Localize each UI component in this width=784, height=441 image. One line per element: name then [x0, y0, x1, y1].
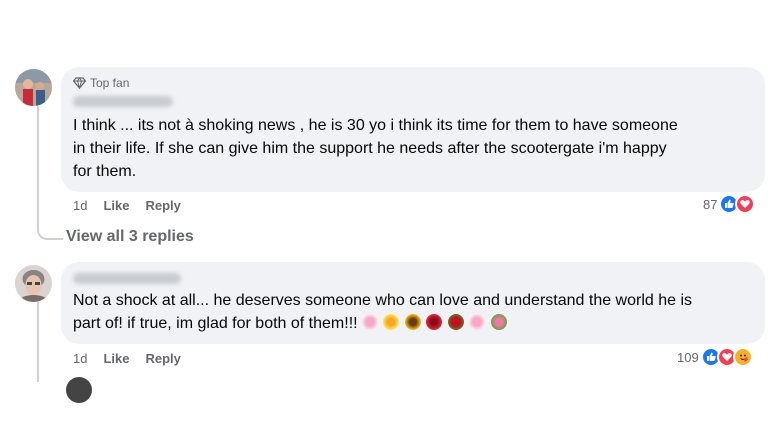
hibiscus-icon	[426, 314, 443, 330]
cherry-blossom-icon	[362, 314, 379, 330]
comment-line: in their life. If she can give him the s…	[73, 140, 667, 157]
comment-line: part of! if true, im glad for both of th…	[73, 315, 358, 332]
comment-text: Not a shock at all... he deserves someon…	[73, 289, 753, 335]
reaction-summary[interactable]: 87	[703, 194, 756, 214]
comment-actions: 1d Like Reply	[73, 351, 181, 366]
like-button[interactable]: Like	[103, 351, 129, 366]
comment-bubble: Top fan I think ... its not à shoking ne…	[61, 67, 765, 192]
avatar[interactable]	[15, 265, 52, 302]
blossom-icon	[383, 314, 400, 330]
comment-time[interactable]: 1d	[73, 351, 87, 366]
comment-line-with-emoji: part of! if true, im glad for both of th…	[73, 312, 753, 335]
comment-text: I think ... its not à shoking news , he …	[73, 114, 753, 183]
comment-time[interactable]: 1d	[73, 198, 87, 213]
reaction-count: 87	[703, 196, 718, 212]
reply-button[interactable]: Reply	[145, 351, 180, 366]
comment-line: Not a shock at all... he deserves someon…	[73, 292, 693, 309]
comment-actions: 1d Like Reply	[73, 198, 181, 213]
view-replies-link[interactable]: View all 3 replies	[66, 228, 194, 246]
commenter-name[interactable]	[73, 96, 173, 107]
avatar[interactable]	[66, 377, 92, 403]
like-button[interactable]: Like	[103, 198, 129, 213]
comment-line: for them.	[73, 163, 137, 180]
reply-button[interactable]: Reply	[145, 198, 180, 213]
cherry-blossom-icon	[469, 314, 486, 330]
rose-icon	[447, 314, 464, 330]
love-icon	[735, 194, 756, 214]
sunflower-icon	[404, 314, 421, 330]
thread-line	[37, 106, 39, 224]
bouquet-icon	[490, 314, 507, 330]
care-icon	[732, 347, 753, 367]
diamond-icon	[73, 77, 86, 89]
reaction-summary[interactable]: 109	[677, 347, 753, 367]
top-fan-badge: Top fan	[73, 76, 129, 90]
badge-label: Top fan	[90, 76, 130, 90]
reaction-count: 109	[677, 349, 699, 365]
commenter-name[interactable]	[73, 273, 181, 284]
thread-elbow	[37, 222, 63, 240]
thread-line-2	[37, 302, 39, 382]
avatar[interactable]	[15, 69, 52, 106]
comment-line: I think ... its not à shoking news , he …	[73, 117, 678, 134]
comment-bubble: Not a shock at all... he deserves someon…	[61, 262, 765, 344]
